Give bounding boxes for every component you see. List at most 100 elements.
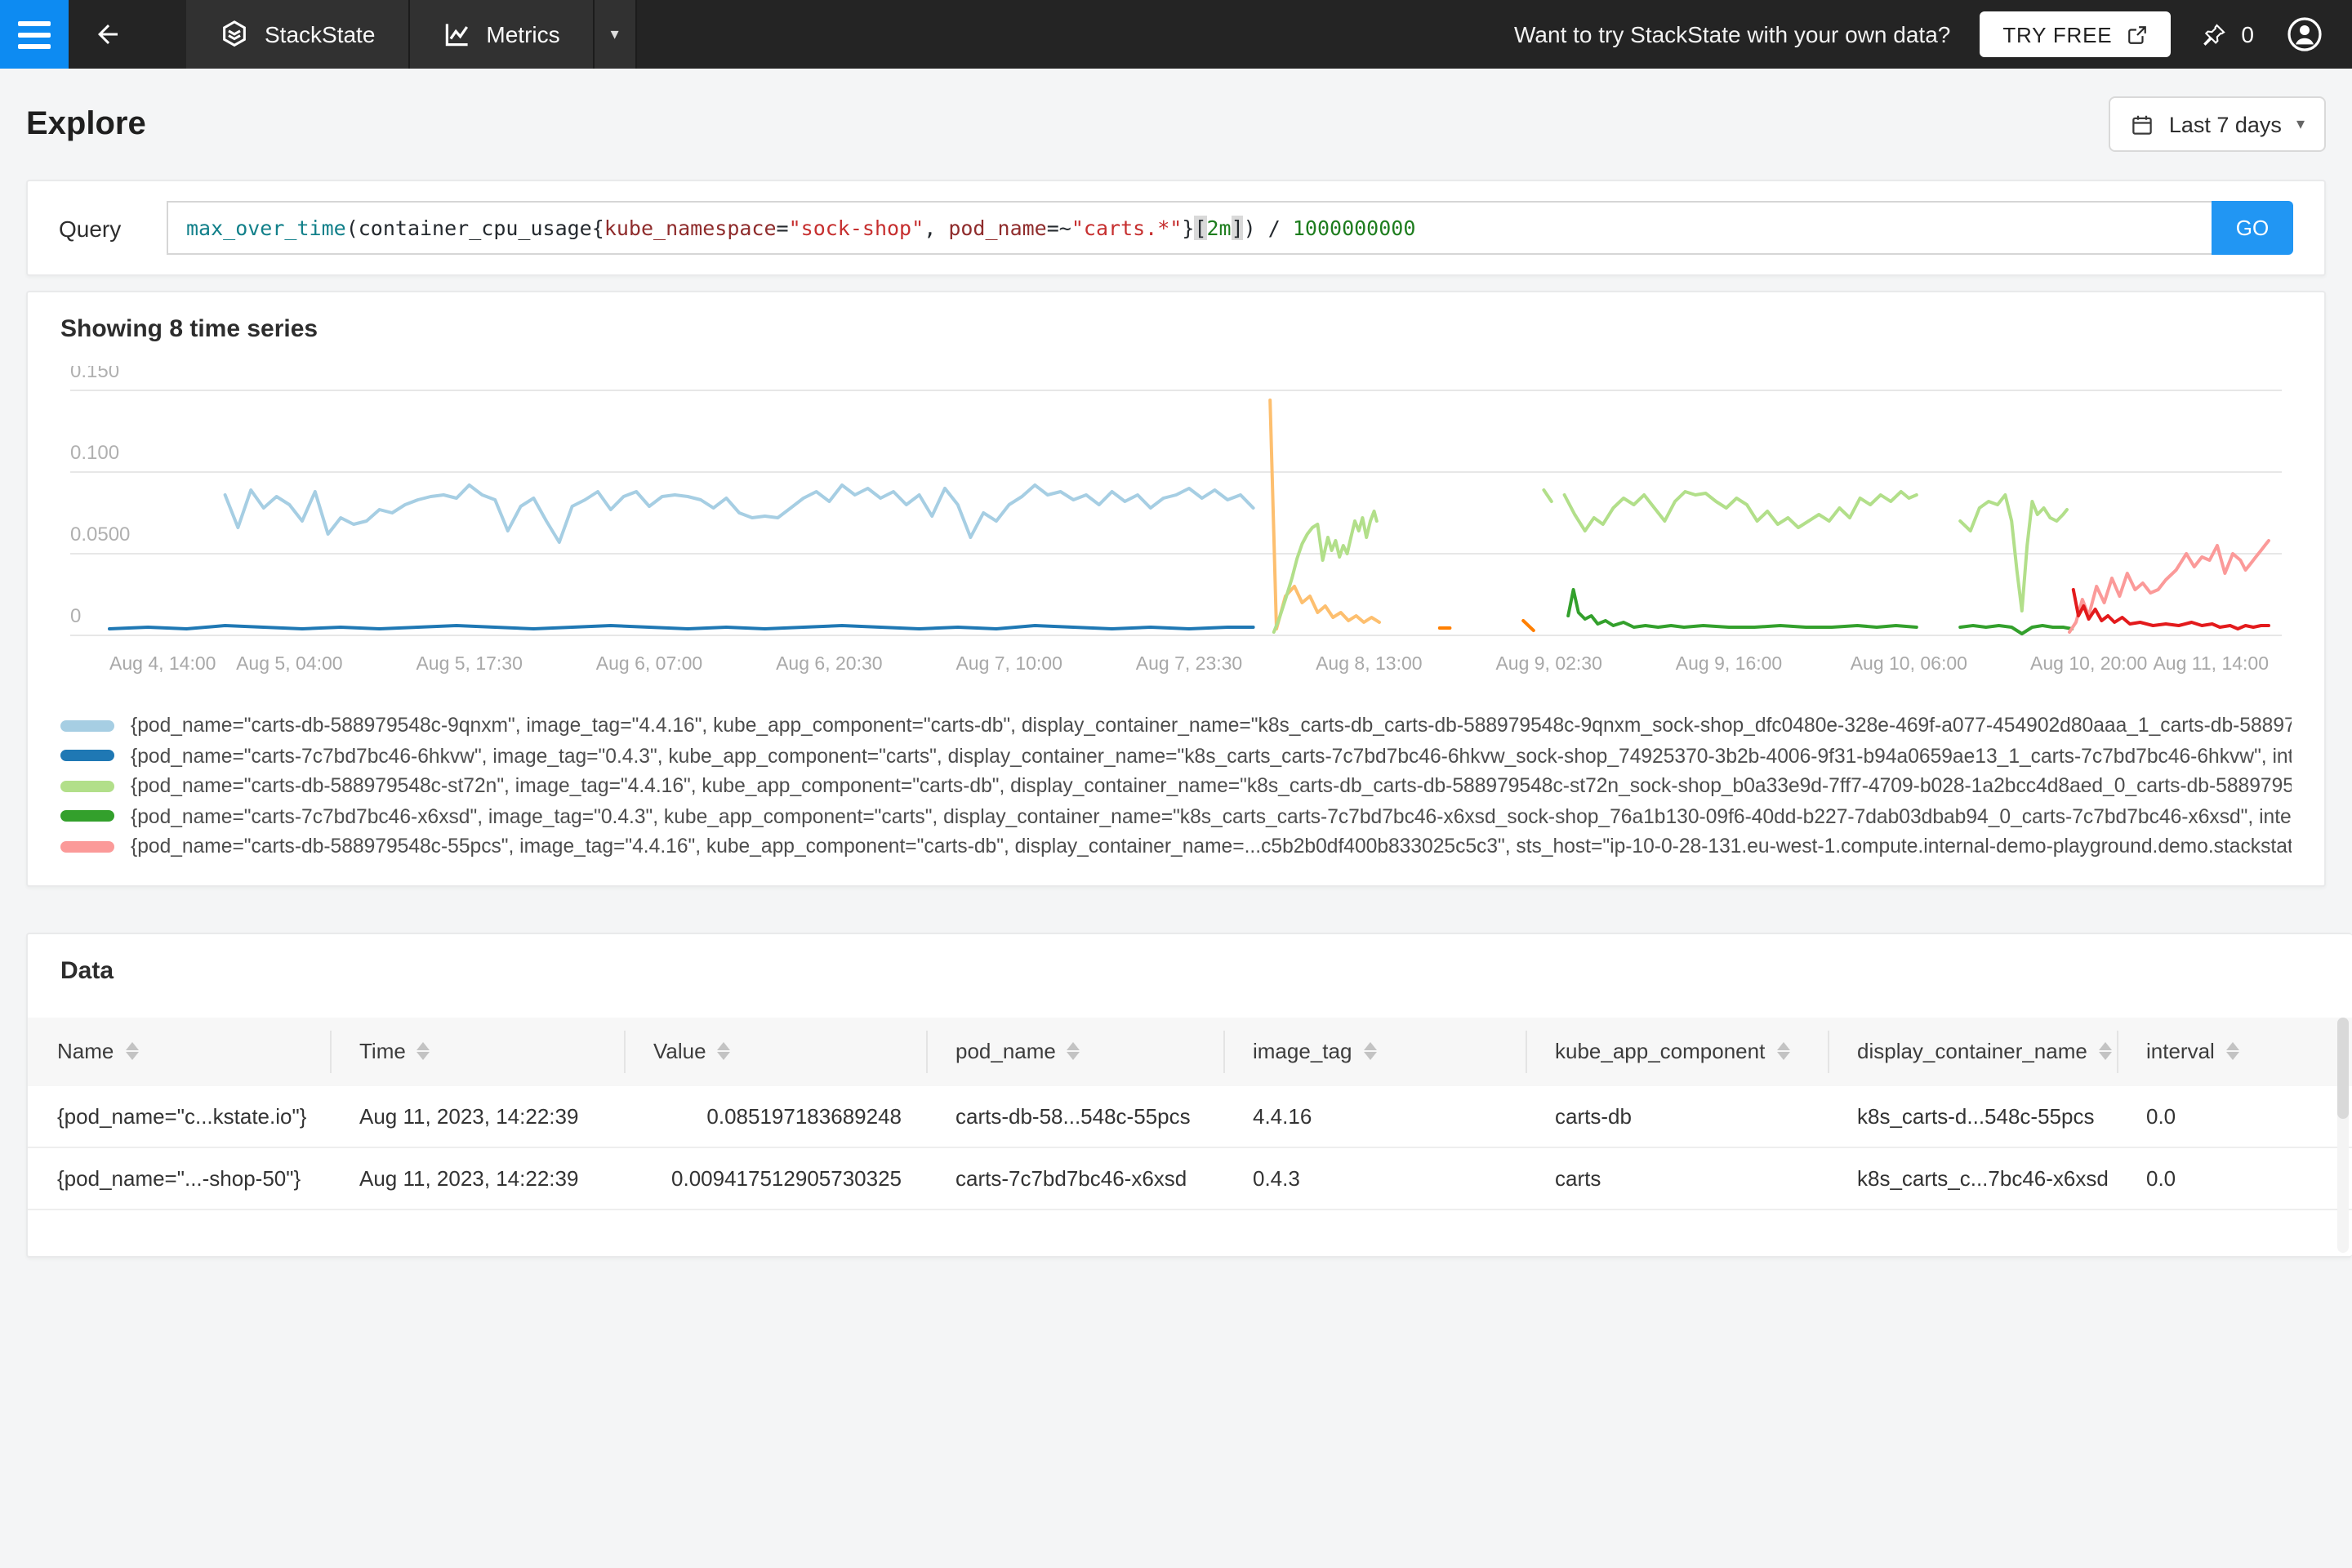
series-line: [108, 624, 1255, 630]
sort-arrows-icon[interactable]: [125, 1042, 139, 1060]
y-axis-tick-label: 0.100: [70, 442, 119, 464]
legend-label: {pod_name="carts-7c7bd7bc46-6hkvw", imag…: [131, 744, 2292, 768]
legend-label: {pod_name="carts-7c7bd7bc46-x6xsd", imag…: [131, 804, 2292, 828]
legend-item[interactable]: {pod_name="carts-db-588979548c-st72n", i…: [60, 771, 2292, 801]
try-free-button[interactable]: TRY FREE: [1980, 11, 2172, 57]
cell-pod_name: carts-7c7bd7bc46-x6xsd: [956, 1165, 1187, 1190]
chevron-down-icon: ▾: [2296, 115, 2305, 133]
x-axis-tick-label: Aug 9, 02:30: [1495, 653, 1601, 674]
cell-interval: 0.0: [2146, 1165, 2176, 1190]
column-header-time[interactable]: Time: [330, 1017, 624, 1085]
column-header-label: interval: [2146, 1039, 2215, 1063]
column-header-label: kube_app_component: [1555, 1039, 1766, 1063]
table-scrollbar-thumb[interactable]: [2337, 1017, 2349, 1118]
series-line: [1542, 488, 1553, 503]
tab-stackstate[interactable]: StackState: [186, 0, 410, 69]
legend-label: {pod_name="carts-db-588979548c-55pcs", i…: [131, 835, 2292, 858]
page-title: Explore: [26, 105, 146, 141]
y-axis-tick-label: 0.0500: [70, 523, 130, 546]
cell-time: Aug 11, 2023, 14:22:39: [359, 1165, 579, 1190]
table-body: {pod_name="c...kstate.io"} Aug 11, 2023, …: [28, 1085, 2352, 1209]
legend-item[interactable]: {pod_name="carts-db-588979548c-55pcs", i…: [60, 831, 2292, 862]
x-axis-tick-label: Aug 8, 13:00: [1316, 653, 1422, 674]
series-line: [223, 483, 1255, 544]
pin-icon: [2203, 23, 2226, 45]
sort-arrows-icon[interactable]: [1067, 1042, 1080, 1060]
sort-arrows-icon[interactable]: [2098, 1042, 2112, 1060]
column-header-display_container_name[interactable]: display_container_name: [1828, 1017, 2117, 1085]
query-card: Query max_over_time(container_cpu_usage{…: [26, 180, 2326, 276]
sort-arrows-icon[interactable]: [416, 1042, 430, 1060]
chart-plot-area[interactable]: 0.150 0.100 0.0500 0 Aug 4, 14:00 Aug 5, 04:0…: [60, 360, 2295, 686]
chevron-down-icon: ▾: [610, 25, 619, 43]
sort-arrows-icon[interactable]: [1363, 1042, 1377, 1060]
query-input-group: max_over_time(container_cpu_usage{kube_n…: [167, 201, 2293, 255]
hamburger-menu-button[interactable]: [0, 0, 69, 69]
x-axis-tick-label: Aug 11, 14:00: [2153, 653, 2269, 674]
legend-color-chip: [60, 719, 114, 732]
user-avatar-button[interactable]: [2283, 13, 2326, 56]
legend-label: {pod_name="carts-db-588979548c-9qnxm", i…: [131, 714, 2292, 737]
page-header: Explore Last 7 days ▾: [26, 69, 2326, 180]
data-table: Name Time Value pod_name image_tag kube_app_c…: [28, 1017, 2352, 1252]
x-axis-tick-label: Aug 6, 20:30: [776, 653, 882, 674]
column-header-kube_app_component[interactable]: kube_app_component: [1526, 1017, 1828, 1085]
back-arrow-icon: [98, 24, 118, 44]
tab-metrics[interactable]: Metrics: [409, 0, 595, 69]
cell-kube_app_component: carts: [1555, 1165, 1601, 1190]
calendar-icon: [2132, 114, 2152, 134]
x-axis-tick-label: Aug 4, 14:00: [109, 653, 216, 674]
column-header-label: image_tag: [1253, 1039, 1352, 1063]
timeseries-chart[interactable]: 0.150 0.100 0.0500 0 Aug 4, 14:00 Aug 5, 04:0…: [60, 360, 2295, 694]
x-axis-tick-label: Aug 7, 23:30: [1136, 653, 1242, 674]
cell-pod_name: carts-db-58...548c-55pcs: [956, 1103, 1191, 1128]
x-axis-tick-label: Aug 5, 04:00: [236, 653, 342, 674]
top-navbar: StackState Metrics ▾ Want to try StackSt…: [0, 0, 2352, 69]
explore-page: Explore Last 7 days ▾ Query max_over_tim…: [0, 69, 2352, 1257]
legend-color-chip: [60, 750, 114, 762]
promo-text: Want to try StackState with your own dat…: [1514, 21, 1951, 47]
x-axis-tick-label: Aug 5, 17:30: [416, 653, 522, 674]
column-header-pod_name[interactable]: pod_name: [926, 1017, 1223, 1085]
column-header-label: Value: [653, 1039, 706, 1063]
series-line: [1521, 619, 1535, 632]
stackstate-logo-icon: [223, 20, 246, 47]
column-header-image_tag[interactable]: image_tag: [1223, 1017, 1526, 1085]
cell-image_tag: 4.4.16: [1253, 1103, 1312, 1128]
table-row[interactable]: {pod_name="...-shop-50"} Aug 11, 2023, 14…: [28, 1147, 2352, 1209]
series-line: [1562, 490, 1918, 532]
sort-arrows-icon[interactable]: [717, 1042, 731, 1060]
metrics-chart-icon: [445, 24, 468, 47]
cell-display_container_name: k8s_carts_c...7bc46-x6xsd: [1857, 1165, 2109, 1190]
go-button[interactable]: GO: [2212, 201, 2293, 255]
tab-stackstate-label: StackState: [265, 21, 376, 47]
query-input[interactable]: max_over_time(container_cpu_usage{kube_n…: [167, 201, 2212, 255]
y-axis-tick-label: 0: [70, 605, 81, 627]
navbar-right: Want to try StackState with your own dat…: [1514, 0, 2352, 69]
cell-name: {pod_name="c...kstate.io"}: [57, 1103, 307, 1128]
legend-color-chip: [60, 810, 114, 822]
legend-color-chip: [60, 780, 114, 792]
legend-label: {pod_name="carts-db-588979548c-st72n", i…: [131, 774, 2292, 798]
sort-arrows-icon[interactable]: [1776, 1042, 1790, 1060]
sort-arrows-icon[interactable]: [2225, 1042, 2239, 1060]
chart-card: Showing 8 time series 0.150 0.100 0.0500 0 A…: [26, 291, 2326, 886]
table-scrollbar[interactable]: [2337, 1017, 2349, 1252]
external-link-icon: [2128, 25, 2147, 43]
column-header-interval[interactable]: interval: [2117, 1017, 2341, 1085]
try-free-label: TRY FREE: [2002, 22, 2113, 47]
legend-item[interactable]: {pod_name="carts-7c7bd7bc46-6hkvw", imag…: [60, 741, 2292, 771]
time-range-selector[interactable]: Last 7 days ▾: [2108, 96, 2326, 152]
column-header-value[interactable]: Value: [624, 1017, 926, 1085]
column-header-label: pod_name: [956, 1039, 1056, 1063]
legend-item[interactable]: {pod_name="carts-7c7bd7bc46-x6xsd", imag…: [60, 801, 2292, 831]
tab-metrics-label: Metrics: [486, 21, 560, 47]
tab-options-caret[interactable]: ▾: [594, 0, 637, 69]
cell-name: {pod_name="...-shop-50"}: [57, 1165, 301, 1190]
legend-item[interactable]: {pod_name="carts-db-588979548c-9qnxm", i…: [60, 710, 2292, 741]
column-header-name[interactable]: Name: [28, 1017, 330, 1085]
back-button[interactable]: [69, 0, 147, 69]
pinned-items-button[interactable]: 0: [2200, 20, 2254, 48]
pin-count: 0: [2241, 21, 2254, 47]
table-row[interactable]: {pod_name="c...kstate.io"} Aug 11, 2023, …: [28, 1085, 2352, 1147]
